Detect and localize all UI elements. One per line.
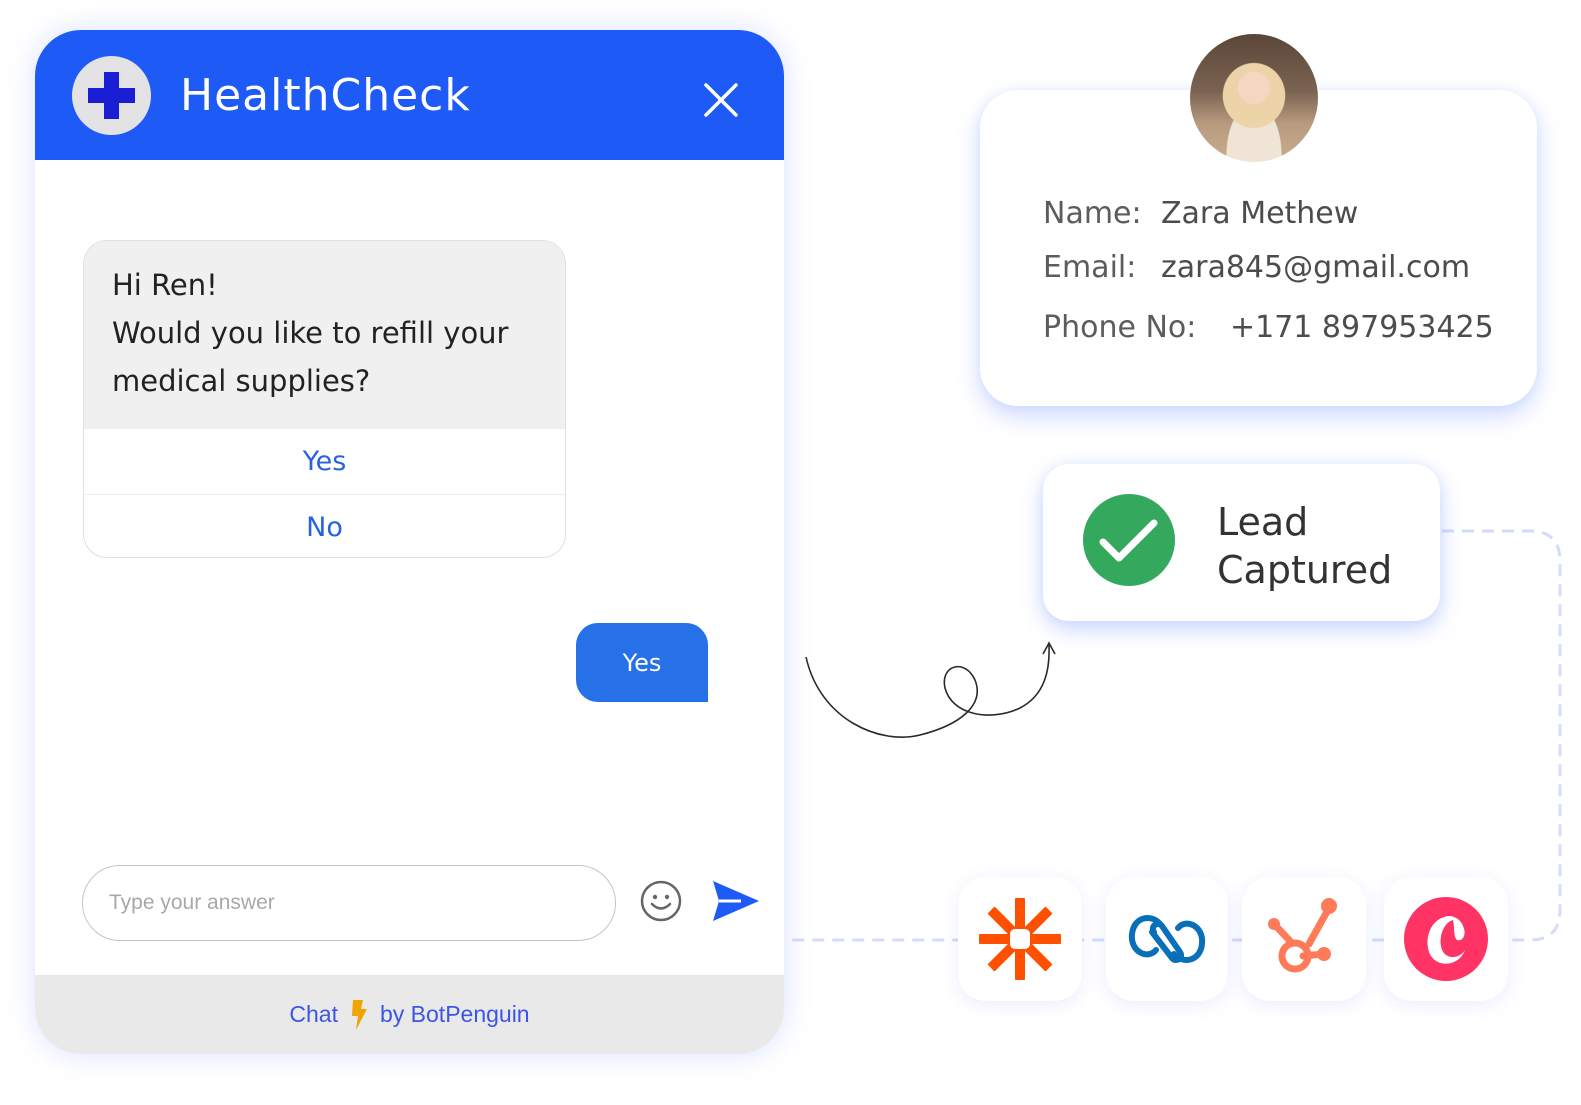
chat-footer: Chat by BotPenguin <box>35 975 784 1054</box>
profile-name-row: Name: Zara Methew <box>1043 196 1358 231</box>
phone-label: Phone No: <box>1043 310 1197 345</box>
answer-input[interactable] <box>83 866 615 940</box>
zoho-icon <box>1128 915 1206 964</box>
lightning-bolt-icon <box>351 999 367 1030</box>
chat-header: HealthCheck <box>35 30 784 160</box>
bot-greeting: Hi Ren! <box>112 268 218 302</box>
email-label: Email: <box>1043 250 1137 285</box>
phone-value: +171 897953425 <box>1230 310 1494 345</box>
footer-link[interactable]: by BotPenguin <box>380 1001 530 1028</box>
integration-copper[interactable] <box>1384 877 1508 1001</box>
curly-arrow <box>805 644 1050 738</box>
integration-zoho[interactable] <box>1106 877 1228 1001</box>
send-icon[interactable] <box>711 879 761 923</box>
name-value: Zara Methew <box>1161 196 1359 231</box>
smiley-icon[interactable] <box>639 879 683 923</box>
hubspot-icon <box>1268 898 1337 973</box>
chat-widget: HealthCheck Hi Ren! Would you like to re… <box>35 30 784 1054</box>
check-circle-icon <box>1083 494 1175 586</box>
medical-cross-icon <box>72 56 151 135</box>
chat-title: HealthCheck <box>180 70 471 121</box>
quick-reply-no[interactable]: No <box>84 494 565 557</box>
zapier-icon <box>979 898 1061 980</box>
profile-email-row: Email: zara845@gmail.com <box>1043 250 1470 285</box>
integration-zapier[interactable] <box>958 877 1082 1001</box>
close-icon[interactable] <box>703 82 739 118</box>
profile-phone-row: Phone No: +171 897953425 <box>1043 310 1494 345</box>
arrow-head <box>1042 641 1056 655</box>
lead-status-text: Lead Captured <box>1217 498 1392 594</box>
lead-status-line2: Captured <box>1217 548 1393 592</box>
lead-status-line1: Lead <box>1217 500 1309 544</box>
avatar <box>1190 34 1318 162</box>
email-value: zara845@gmail.com <box>1161 250 1471 285</box>
answer-input-wrapper <box>82 865 616 941</box>
quick-reply-yes[interactable]: Yes <box>84 429 565 494</box>
bot-message-card: Hi Ren! Would you like to refill your me… <box>83 240 566 558</box>
name-label: Name: <box>1043 196 1142 231</box>
integration-hubspot[interactable] <box>1242 877 1366 1001</box>
bot-question: Would you like to refill your medical su… <box>112 316 509 398</box>
user-message: Yes <box>576 623 708 702</box>
footer-prefix: Chat <box>289 1001 338 1027</box>
bot-message: Hi Ren! Would you like to refill your me… <box>84 241 565 429</box>
copper-icon <box>1404 897 1488 981</box>
